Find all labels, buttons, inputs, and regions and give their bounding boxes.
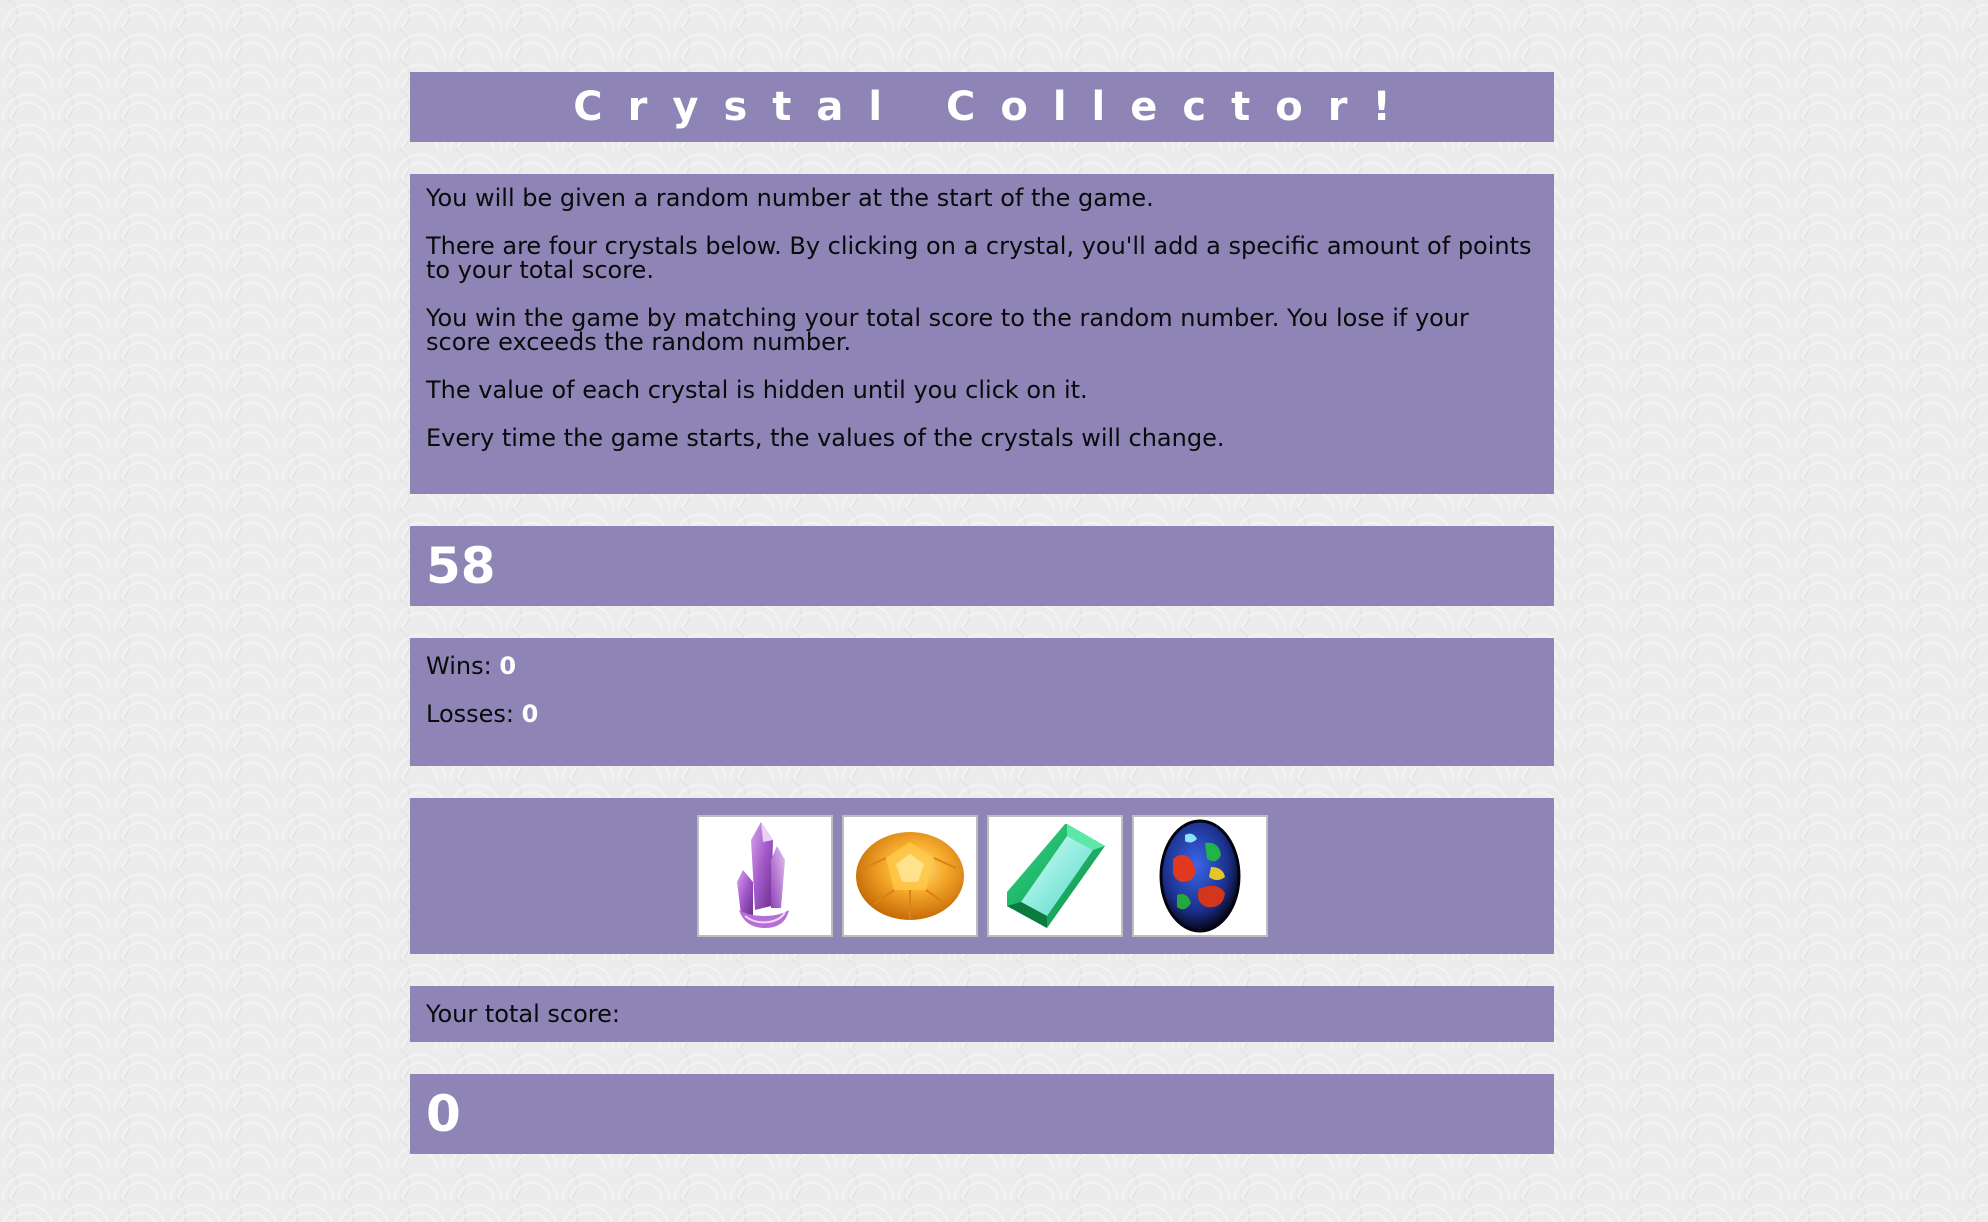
losses-row: Losses: 0 bbox=[426, 699, 1538, 747]
purple-crystal-icon bbox=[736, 822, 789, 928]
score-label: Your total score: bbox=[426, 1000, 620, 1028]
instruction-text: Every time the game starts, the values o… bbox=[426, 424, 1225, 452]
instruction-text: You will be given a random number at the… bbox=[426, 184, 1154, 212]
instruction-text: The value of each crystal is hidden unti… bbox=[426, 376, 1088, 404]
crystal-button-orange[interactable] bbox=[841, 815, 978, 937]
stats-panel: Wins: 0 Losses: 0 bbox=[410, 638, 1554, 766]
total-score: 0 bbox=[426, 1085, 461, 1143]
score-label-panel: Your total score: bbox=[410, 986, 1554, 1042]
instructions-panel: You will be given a random number at the… bbox=[410, 174, 1554, 494]
losses-label: Losses: bbox=[426, 700, 514, 728]
target-number: 58 bbox=[426, 537, 496, 595]
crystal-button-opal[interactable] bbox=[1131, 815, 1268, 937]
score-panel: 0 bbox=[410, 1074, 1554, 1154]
crystal-button-purple[interactable] bbox=[696, 815, 833, 937]
crystal-button-green[interactable] bbox=[986, 815, 1123, 937]
instruction-text: There are four crystals below. By clicki… bbox=[426, 232, 1532, 284]
wins-label: Wins: bbox=[426, 652, 492, 680]
title-banner: Crystal Collector! bbox=[410, 72, 1554, 142]
green-emerald-icon bbox=[1006, 824, 1105, 928]
wins-row: Wins: 0 bbox=[426, 651, 1538, 699]
game-title: Crystal Collector! bbox=[573, 84, 1416, 130]
wins-value: 0 bbox=[499, 652, 517, 680]
instruction-text: You win the game by matching your total … bbox=[426, 304, 1469, 356]
orange-gem-icon bbox=[855, 832, 964, 920]
opal-gem-icon bbox=[1159, 819, 1240, 933]
crystals-panel bbox=[410, 798, 1554, 954]
target-number-panel: 58 bbox=[410, 526, 1554, 606]
losses-value: 0 bbox=[521, 700, 539, 728]
